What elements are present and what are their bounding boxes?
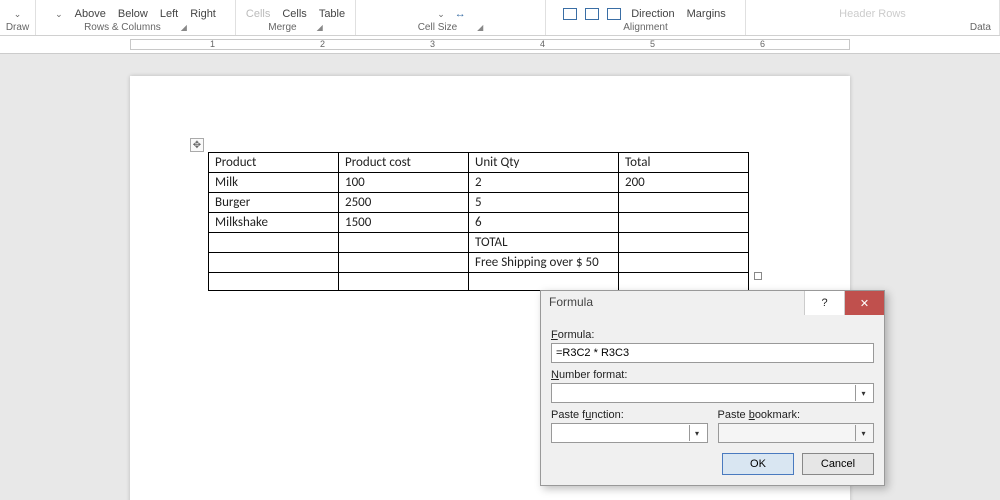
merge-cells-button[interactable]: Cells: [244, 8, 272, 20]
ruler-tick: 4: [540, 39, 545, 49]
paste-bookmark-select: ▾: [718, 423, 875, 443]
close-icon: ✕: [860, 297, 869, 310]
ribbon-group-data: Data: [970, 22, 991, 33]
chevron-down-icon: ▾: [855, 425, 871, 441]
align-top-right-icon[interactable]: [607, 8, 621, 20]
formula-dialog: Formula ? ✕ Formula: Number format: ▾ Pa…: [540, 290, 885, 486]
formula-input[interactable]: [551, 343, 874, 363]
header-total[interactable]: Total: [619, 153, 749, 173]
header-product-cost[interactable]: Product cost: [339, 153, 469, 173]
table-row: Milkshake15006: [209, 213, 749, 233]
chevron-down-icon: ▾: [689, 425, 705, 441]
number-format-label: Number format:: [551, 369, 874, 381]
table-row: Burger25005: [209, 193, 749, 213]
insert-dropdown[interactable]: ⌄: [53, 9, 65, 20]
ribbon-group-cellsize: Cell Size: [418, 22, 457, 33]
dialog-close-button[interactable]: ✕: [844, 291, 884, 315]
text-direction-button[interactable]: Direction: [629, 8, 676, 20]
cellsize-launcher-icon[interactable]: ◢: [477, 23, 483, 32]
ribbon: ⌄ Draw ⌄ Above Below Left Right Rows & C…: [0, 0, 1000, 36]
autofit-dropdown[interactable]: ⌄: [435, 9, 447, 20]
insert-below-button[interactable]: Below: [116, 8, 150, 20]
insert-left-button[interactable]: Left: [158, 8, 180, 20]
dialog-titlebar[interactable]: Formula ? ✕: [541, 291, 884, 315]
table-resize-handle-icon[interactable]: [754, 272, 762, 280]
split-table-button[interactable]: Table: [317, 8, 347, 20]
word-table[interactable]: Product Product cost Unit Qty Total Milk…: [208, 152, 749, 291]
ribbon-group-merge: Merge: [268, 22, 296, 33]
ribbon-group-draw: Draw: [6, 22, 29, 33]
align-top-left-icon[interactable]: [563, 8, 577, 20]
header-rows-button[interactable]: Header Rows: [837, 8, 908, 20]
table-row: Milk1002200: [209, 173, 749, 193]
split-cells-button[interactable]: Cells: [280, 8, 308, 20]
cancel-button[interactable]: Cancel: [802, 453, 874, 475]
paste-function-label: Paste function:: [551, 409, 708, 421]
rows-cols-launcher-icon[interactable]: ◢: [181, 23, 187, 32]
table-row: [209, 273, 749, 291]
horizontal-ruler[interactable]: 1 2 3 4 5 6: [0, 36, 1000, 54]
ok-button[interactable]: OK: [722, 453, 794, 475]
insert-right-button[interactable]: Right: [188, 8, 218, 20]
ruler-tick: 2: [320, 39, 325, 49]
dialog-help-button[interactable]: ?: [804, 291, 844, 315]
dialog-title: Formula: [541, 291, 804, 315]
align-top-center-icon[interactable]: [585, 8, 599, 20]
width-icon: ↔: [455, 8, 466, 20]
insert-above-button[interactable]: Above: [73, 8, 108, 20]
table-row: TOTAL: [209, 233, 749, 253]
table-row: Free Shipping over $ 50: [209, 253, 749, 273]
table-row: Product Product cost Unit Qty Total: [209, 153, 749, 173]
draw-dropdown[interactable]: ⌄: [12, 9, 24, 20]
ribbon-group-alignment: Alignment: [623, 22, 667, 33]
ribbon-group-rows-cols: Rows & Columns: [84, 22, 161, 33]
ruler-tick: 5: [650, 39, 655, 49]
formula-label: Formula:: [551, 329, 874, 341]
ruler-tick: 3: [430, 39, 435, 49]
ruler-tick: 1: [210, 39, 215, 49]
table-move-handle-icon[interactable]: ✥: [190, 138, 204, 152]
header-product[interactable]: Product: [209, 153, 339, 173]
paste-function-select[interactable]: ▾: [551, 423, 708, 443]
ruler-tick: 6: [760, 39, 765, 49]
chevron-down-icon: ▾: [855, 385, 871, 401]
header-unit-qty[interactable]: Unit Qty: [469, 153, 619, 173]
paste-bookmark-label: Paste bookmark:: [718, 409, 875, 421]
number-format-select[interactable]: ▾: [551, 383, 874, 403]
merge-launcher-icon[interactable]: ◢: [317, 23, 323, 32]
cell-margins-button[interactable]: Margins: [685, 8, 728, 20]
